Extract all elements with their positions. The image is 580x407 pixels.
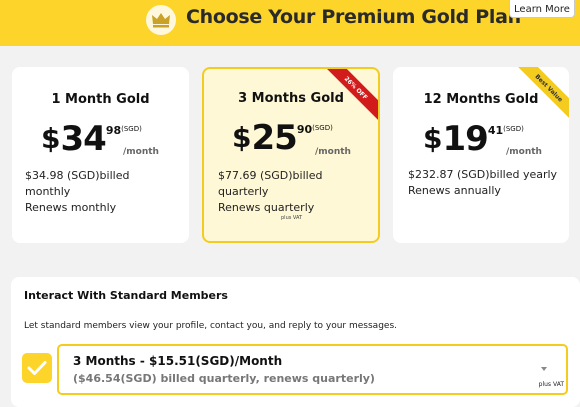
plan-title: 3 Months Gold [238, 91, 344, 106]
addon-title: Interact With Standard Members [24, 289, 228, 302]
plan-title: 1 Month Gold [51, 92, 150, 107]
addon-checkbox[interactable] [22, 353, 52, 383]
page-header: Choose Your Premium Gold Plan Learn More [0, 0, 580, 46]
price-period: /month [506, 147, 542, 157]
plan-card-3-months[interactable]: 26% OFF 3 Months Gold $2590(SGD) /month … [202, 67, 380, 243]
addon-select-value: 3 Months - $15.51(SGD)/Month [73, 354, 283, 368]
plan-card-1-month[interactable]: 1 Month Gold $3498(SGD) /month $34.98 (S… [12, 67, 189, 243]
vat-note: plus VAT [538, 381, 564, 388]
plan-billing-description: $77.69 (SGD)billed quarterly Renews quar… [218, 169, 323, 214]
price-period: /month [315, 147, 351, 157]
chevron-down-icon [541, 367, 547, 371]
addon-panel: Interact With Standard Members Let stand… [11, 277, 580, 407]
addon-plan-select[interactable]: 3 Months - $15.51(SGD)/Month ($46.54(SGD… [57, 344, 568, 395]
price-period: /month [123, 147, 159, 157]
crown-icon [146, 5, 176, 35]
checkmark-icon [27, 361, 47, 375]
addon-description: Let standard members view your profile, … [24, 321, 397, 331]
plan-title: 12 Months Gold [423, 92, 539, 107]
vat-note: plus VAT [281, 215, 303, 221]
plan-billing-description: $34.98 (SGD)billed monthly Renews monthl… [25, 169, 130, 214]
plan-billing-description: $232.87 (SGD)billed yearly Renews annual… [408, 168, 558, 197]
plan-card-12-months[interactable]: Best Value 12 Months Gold $1941(SGD) /mo… [393, 67, 569, 243]
learn-more-button[interactable]: Learn More [509, 0, 575, 18]
page-title: Choose Your Premium Gold Plan [186, 6, 521, 28]
addon-select-subtext: ($46.54(SGD) billed quarterly, renews qu… [73, 372, 375, 385]
